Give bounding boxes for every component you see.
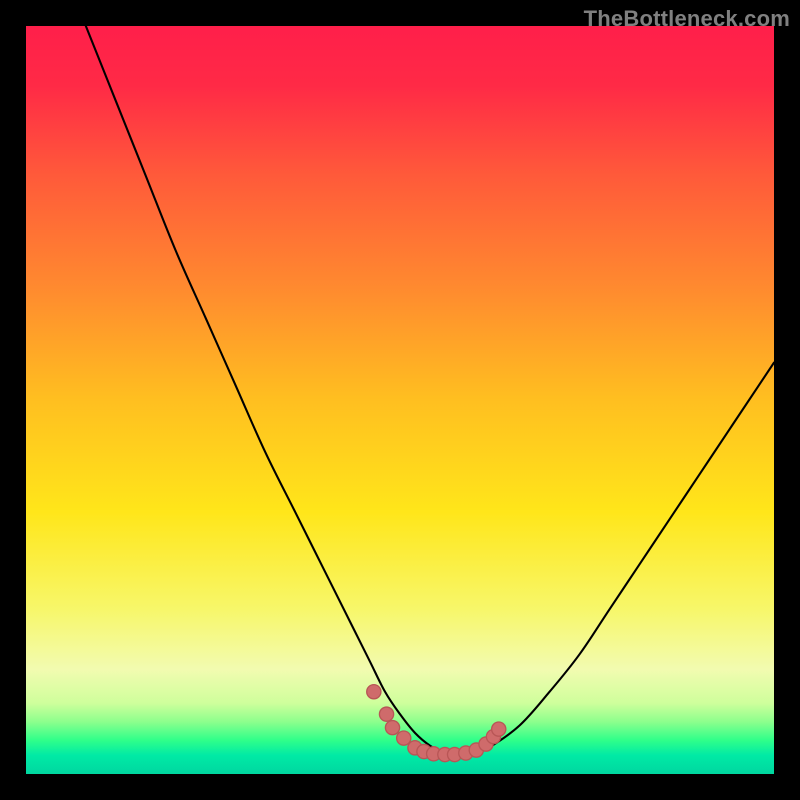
highlight-dot <box>397 731 411 745</box>
watermark-text: TheBottleneck.com <box>584 6 790 32</box>
plot-area <box>26 26 774 774</box>
highlight-dot <box>492 722 506 736</box>
highlight-dot <box>367 685 381 699</box>
chart-canvas: TheBottleneck.com <box>0 0 800 800</box>
chart-overlay <box>26 26 774 774</box>
highlight-dot <box>379 707 393 721</box>
bottleneck-curve <box>86 26 774 755</box>
highlight-dot <box>385 721 399 735</box>
